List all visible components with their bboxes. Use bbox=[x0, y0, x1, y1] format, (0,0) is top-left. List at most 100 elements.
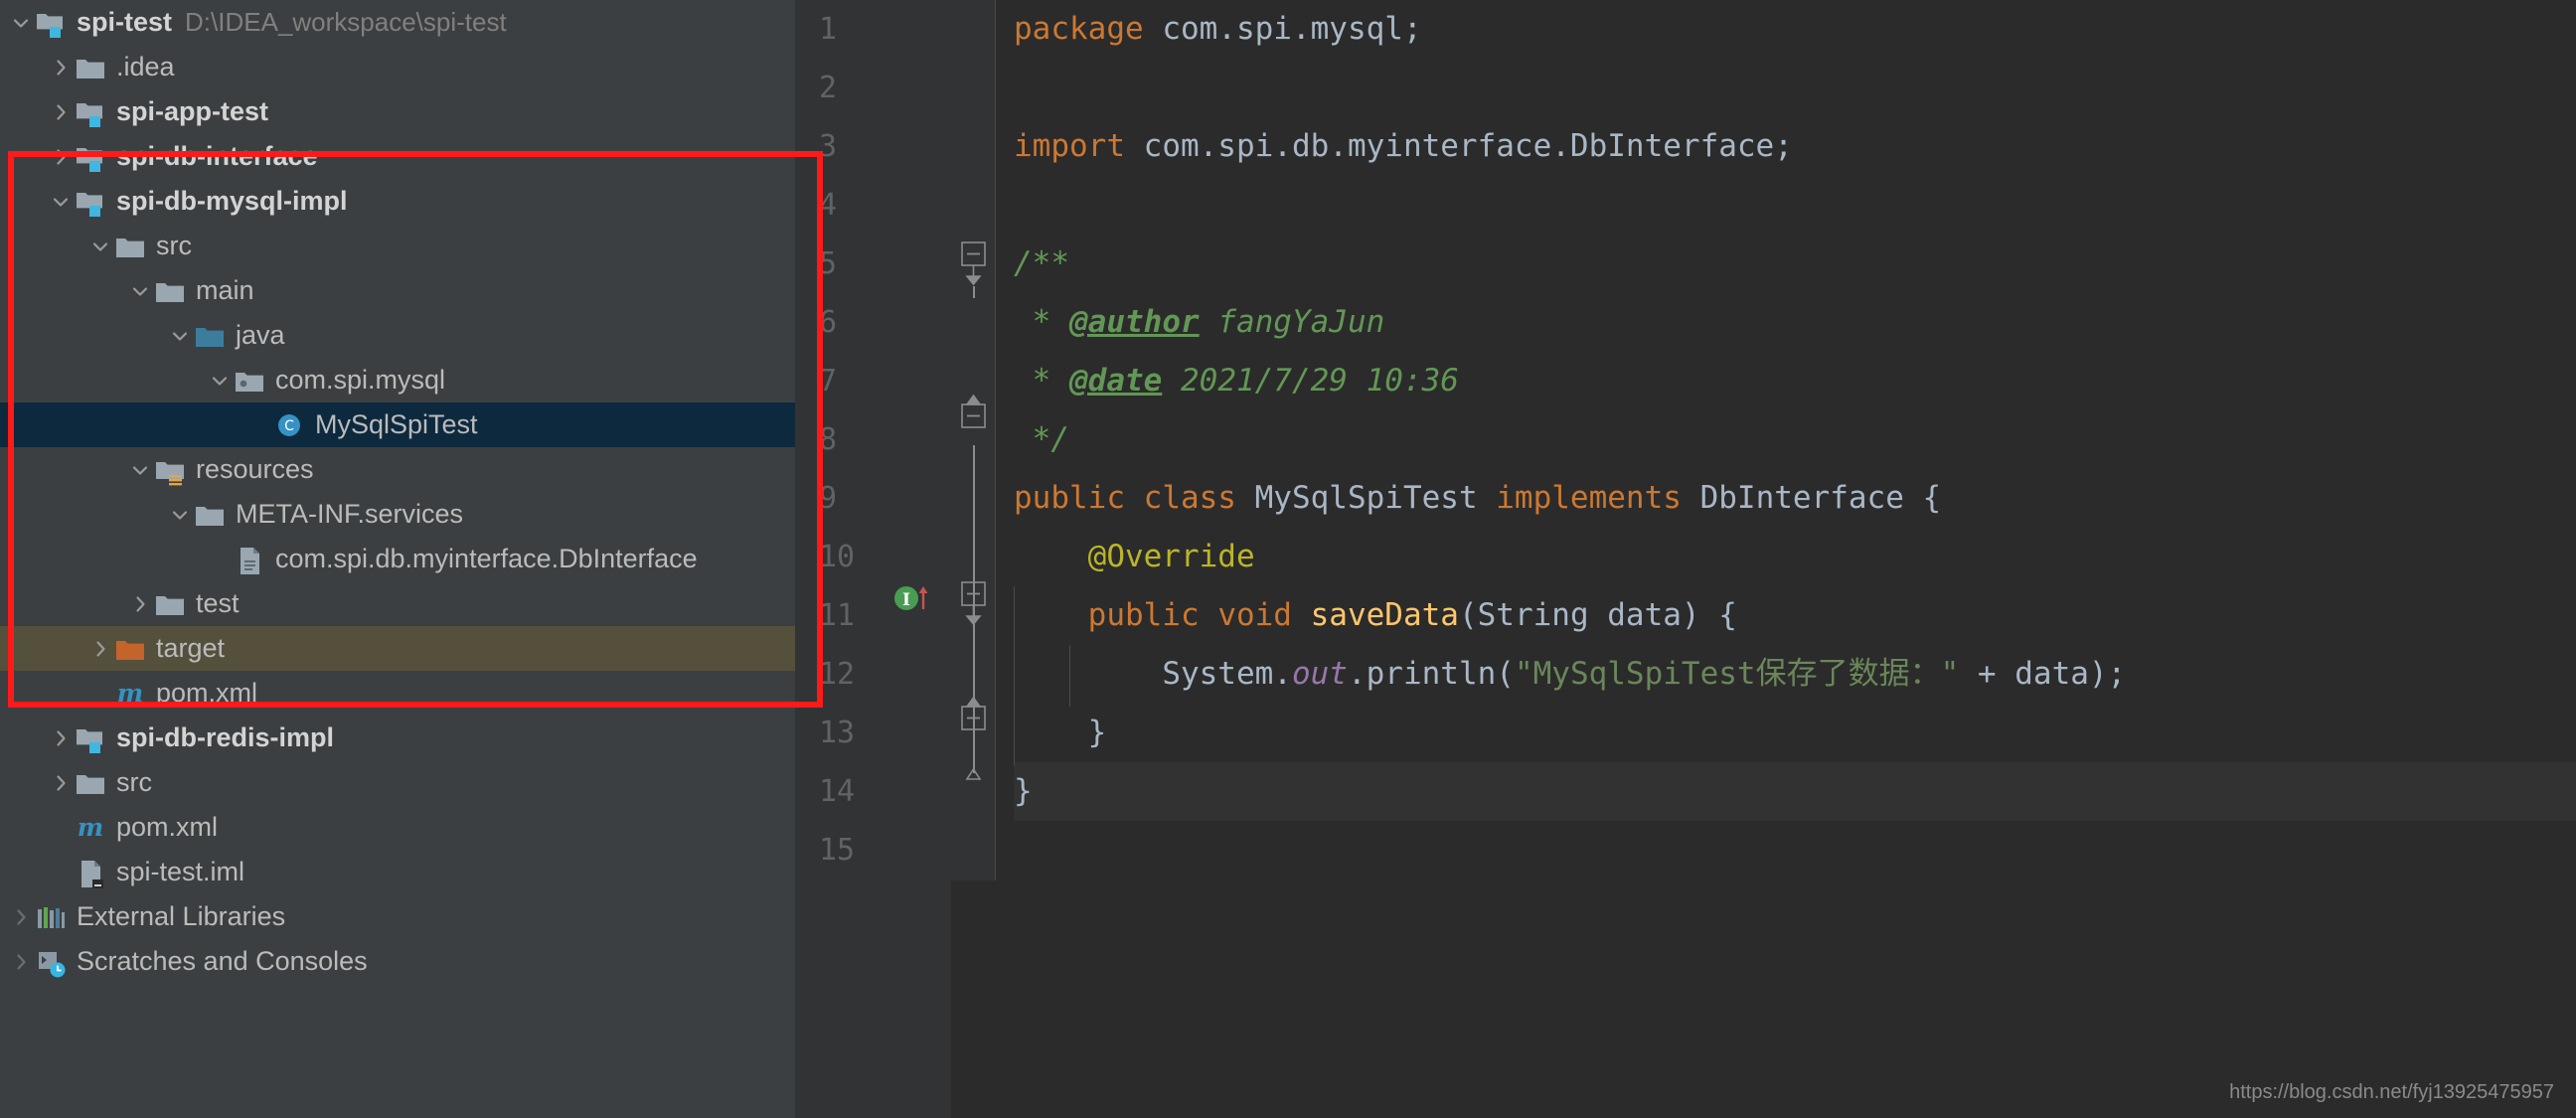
code-line[interactable]: } bbox=[1014, 762, 2576, 821]
tree-item-label: spi-test.iml bbox=[116, 850, 244, 894]
tree-row[interactable]: com.spi.mysql bbox=[0, 358, 795, 402]
code-token: ( bbox=[1459, 597, 1478, 633]
tree-row[interactable]: spi-db-redis-impl bbox=[0, 716, 795, 760]
editor-gutter[interactable]: 123456789101112131415 I bbox=[795, 0, 951, 1118]
fold-marker-class-close[interactable] bbox=[957, 767, 991, 802]
tree-row[interactable]: spi-db-mysql-impl bbox=[0, 179, 795, 224]
tree-row[interactable]: target bbox=[0, 626, 795, 671]
tree-item-label: java bbox=[236, 313, 285, 358]
tree-row-project-root[interactable]: spi-testD:\IDEA_workspace\spi-test bbox=[0, 0, 795, 45]
tree-row[interactable]: src bbox=[0, 224, 795, 268]
code-token: * bbox=[1014, 304, 1069, 340]
tree-item-label: test bbox=[196, 581, 240, 626]
tree-row[interactable]: External Libraries bbox=[0, 894, 795, 939]
code-token: implements bbox=[1478, 480, 1700, 516]
maven-icon: m bbox=[113, 677, 147, 711]
chevron-right-icon[interactable] bbox=[87, 636, 113, 662]
tree-row[interactable]: spi-db-interface bbox=[0, 134, 795, 179]
code-token: */ bbox=[1014, 421, 1069, 457]
tree-row[interactable]: .idea bbox=[0, 45, 795, 89]
idea-window: spi-testD:\IDEA_workspace\spi-test.ideas… bbox=[0, 0, 2576, 1118]
chevron-right-icon[interactable] bbox=[48, 99, 74, 125]
line-number: 7 bbox=[795, 352, 951, 410]
code-line[interactable] bbox=[1014, 821, 2576, 879]
code-line[interactable]: * @date 2021/7/29 10:36 bbox=[1014, 352, 2576, 410]
code-token: import bbox=[1014, 128, 1144, 164]
line-number: 2 bbox=[795, 59, 951, 117]
chevron-right-icon[interactable] bbox=[48, 144, 74, 170]
tree-item-label: resources bbox=[196, 447, 314, 492]
code-line[interactable]: * @author fangYaJun bbox=[1014, 293, 2576, 352]
code-line[interactable]: */ bbox=[1014, 410, 2576, 469]
code-line[interactable]: System.out.println("MySqlSpiTest保存了数据：" … bbox=[1014, 645, 2576, 704]
project-tool-window[interactable]: spi-testD:\IDEA_workspace\spi-test.ideas… bbox=[0, 0, 795, 1118]
tree-row[interactable]: mpom.xml bbox=[0, 805, 795, 850]
tree-row[interactable]: Scratches and Consoles bbox=[0, 939, 795, 984]
chevron-down-icon[interactable] bbox=[127, 457, 153, 483]
code-token: ; bbox=[1403, 11, 1422, 47]
project-tree[interactable]: spi-testD:\IDEA_workspace\spi-test.ideas… bbox=[0, 0, 795, 984]
chevron-down-icon[interactable] bbox=[167, 502, 193, 528]
chevron-down-icon[interactable] bbox=[87, 234, 113, 259]
tree-row[interactable]: META-INF.services bbox=[0, 492, 795, 537]
code-line[interactable]: package com.spi.mysql; bbox=[1014, 0, 2576, 59]
code-token: } bbox=[1014, 773, 1033, 809]
tree-item-label: pom.xml bbox=[116, 805, 218, 850]
tree-row[interactable]: mpom.xml bbox=[0, 671, 795, 716]
code-token: "MySqlSpiTest保存了数据：" bbox=[1515, 656, 1959, 692]
tree-row[interactable]: test bbox=[0, 581, 795, 626]
tree-item-label: src bbox=[156, 224, 192, 268]
module-icon bbox=[74, 140, 107, 174]
tree-row[interactable]: java bbox=[0, 313, 795, 358]
tree-item-label: MySqlSpiTest bbox=[315, 402, 478, 447]
fold-marker-method-open[interactable] bbox=[957, 580, 991, 633]
chevron-down-icon[interactable] bbox=[48, 189, 74, 215]
code-token: fangYaJun bbox=[1200, 304, 1385, 340]
iml-file-icon bbox=[74, 856, 107, 889]
code-token: 2021/7/29 10:36 bbox=[1162, 363, 1459, 399]
implementing-method-icon[interactable]: I bbox=[890, 579, 928, 622]
code-token: { bbox=[1904, 480, 1941, 516]
libraries-icon bbox=[34, 900, 68, 934]
code-token: /** bbox=[1014, 245, 1069, 281]
chevron-right-icon[interactable] bbox=[48, 55, 74, 80]
tree-row[interactable]: C MySqlSpiTest bbox=[0, 402, 795, 447]
code-line[interactable]: @Override bbox=[1014, 528, 2576, 586]
code-token: public bbox=[1088, 597, 1218, 633]
tree-item-label: target bbox=[156, 626, 225, 671]
code-line[interactable]: /** bbox=[1014, 235, 2576, 293]
chevron-down-icon[interactable] bbox=[127, 278, 153, 304]
tree-item-label: .idea bbox=[116, 45, 175, 89]
indent-guide-class bbox=[1014, 586, 1015, 765]
folder-icon bbox=[193, 498, 227, 532]
chevron-right-icon[interactable] bbox=[8, 949, 34, 975]
tree-row[interactable]: spi-app-test bbox=[0, 89, 795, 134]
chevron-right-icon[interactable] bbox=[48, 725, 74, 751]
tree-row[interactable]: src bbox=[0, 760, 795, 805]
tree-row[interactable]: spi-test.iml bbox=[0, 850, 795, 894]
code-line[interactable] bbox=[1014, 176, 2576, 235]
tree-row[interactable]: com.spi.db.myinterface.DbInterface bbox=[0, 537, 795, 581]
tree-row[interactable]: main bbox=[0, 268, 795, 313]
code-line[interactable] bbox=[1014, 59, 2576, 117]
fold-marker-javadoc-close[interactable] bbox=[957, 394, 991, 446]
chevron-right-icon[interactable] bbox=[8, 904, 34, 930]
tree-row[interactable]: resources bbox=[0, 447, 795, 492]
code-line[interactable]: import com.spi.db.myinterface.DbInterfac… bbox=[1014, 117, 2576, 176]
chevron-down-icon[interactable] bbox=[207, 368, 233, 394]
code-line[interactable]: } bbox=[1014, 704, 2576, 762]
code-editor[interactable]: 123456789101112131415 I bbox=[795, 0, 2576, 1118]
chevron-right-icon[interactable] bbox=[127, 591, 153, 617]
chevron-down-icon[interactable] bbox=[8, 10, 34, 36]
code-line[interactable]: public class MySqlSpiTest implements DbI… bbox=[1014, 469, 2576, 528]
resource-root-icon bbox=[153, 453, 187, 487]
chevron-down-icon[interactable] bbox=[167, 323, 193, 349]
chevron-right-icon[interactable] bbox=[48, 770, 74, 796]
line-number: 13 bbox=[795, 704, 951, 762]
fold-marker-method-close[interactable] bbox=[957, 696, 991, 748]
code-token: ; bbox=[1774, 128, 1793, 164]
svg-text:C: C bbox=[284, 418, 294, 434]
code-line[interactable]: public void saveData(String data) { bbox=[1014, 586, 2576, 645]
module-icon bbox=[74, 95, 107, 129]
folder-icon bbox=[153, 274, 187, 308]
